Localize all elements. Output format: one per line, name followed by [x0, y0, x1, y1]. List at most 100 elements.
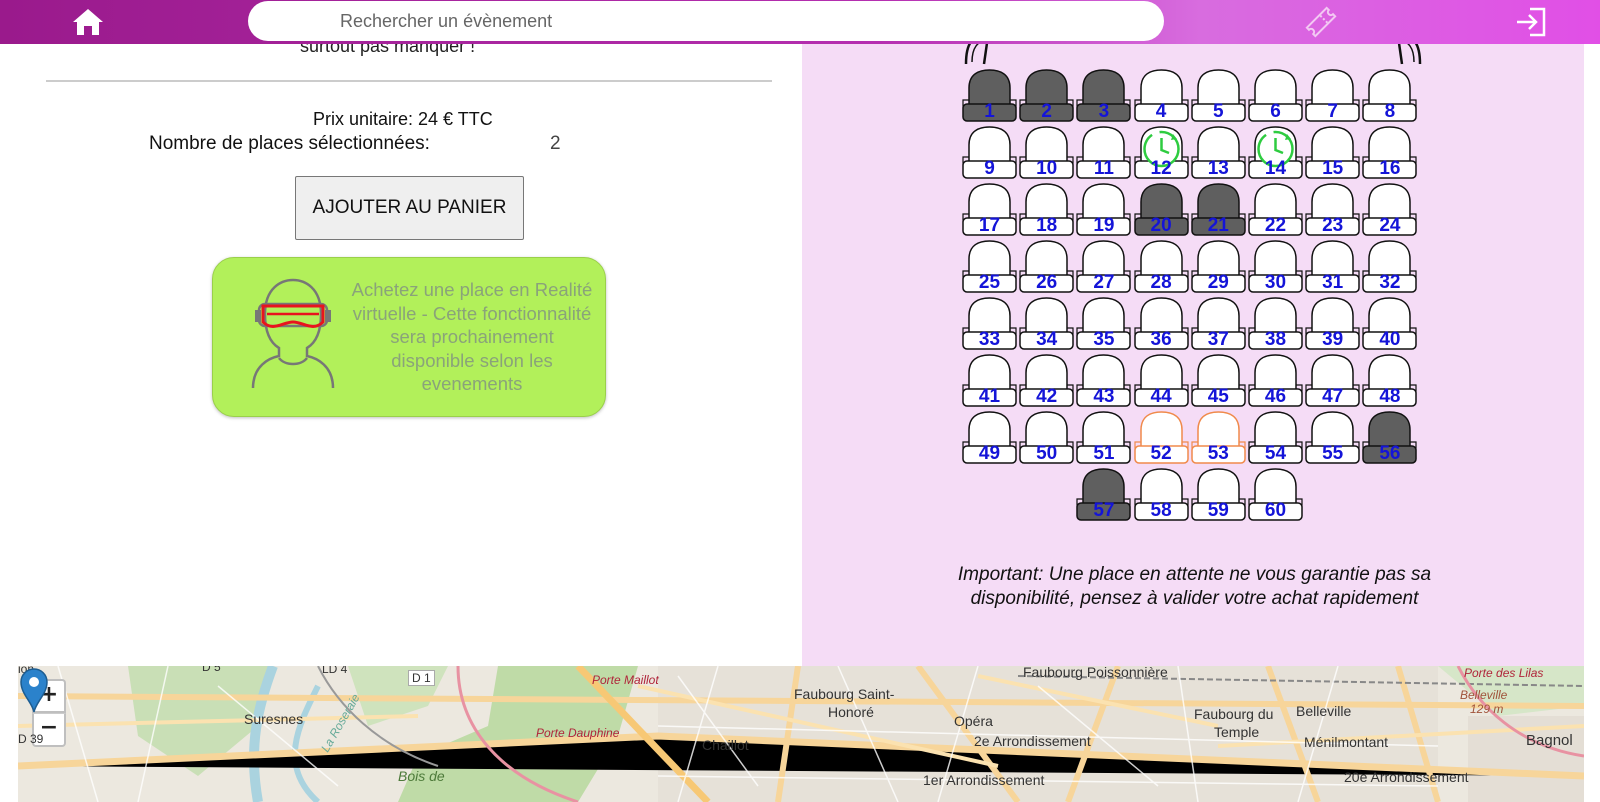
seat-number: 38 [1264, 329, 1287, 350]
map-label: Ménilmontant [1304, 734, 1389, 750]
seat-40-available[interactable]: 40 [1361, 296, 1418, 351]
seat-41-available[interactable]: 41 [961, 353, 1018, 408]
seat-46-available[interactable]: 46 [1247, 353, 1304, 408]
seat-number: 10 [1036, 158, 1058, 179]
seat-number: 59 [1207, 500, 1229, 521]
home-icon [73, 9, 103, 35]
seat-27-available[interactable]: 27 [1075, 239, 1132, 294]
seat-57-taken: 57 [1075, 467, 1132, 522]
page-scrollbar[interactable] [1584, 44, 1600, 802]
seat-44-available[interactable]: 44 [1133, 353, 1190, 408]
vr-promo-card[interactable]: Achetez une place en Realité virtuelle -… [212, 257, 606, 417]
seat-28-available[interactable]: 28 [1133, 239, 1190, 294]
seat-29-available[interactable]: 29 [1190, 239, 1247, 294]
seat-number: 34 [1036, 329, 1058, 350]
search-input[interactable] [248, 1, 1164, 41]
seat-47-available[interactable]: 47 [1304, 353, 1361, 408]
seat-52-selected[interactable]: 52 [1133, 410, 1190, 465]
seat-5-available[interactable]: 5 [1190, 68, 1247, 123]
seat-number: 23 [1322, 215, 1344, 236]
vr-promo-text: Achetez une place en Realité virtuelle -… [351, 279, 593, 394]
seat-number: 39 [1322, 329, 1344, 350]
seat-32-available[interactable]: 32 [1361, 239, 1418, 294]
seat-number: 11 [1093, 158, 1114, 179]
seat-number: 3 [1098, 101, 1110, 122]
seat-19-available[interactable]: 19 [1075, 182, 1132, 237]
seat-58-available[interactable]: 58 [1133, 467, 1190, 522]
seat-15-available[interactable]: 15 [1304, 125, 1361, 180]
seat-45-available[interactable]: 45 [1190, 353, 1247, 408]
seat-26-available[interactable]: 26 [1018, 239, 1075, 294]
seat-8-available[interactable]: 8 [1361, 68, 1418, 123]
seat-24-available[interactable]: 24 [1361, 182, 1418, 237]
map-label: Chaillot [702, 737, 749, 753]
seat-54-available[interactable]: 54 [1247, 410, 1304, 465]
seat-13-available[interactable]: 13 [1190, 125, 1247, 180]
seat-18-available[interactable]: 18 [1018, 182, 1075, 237]
seat-36-available[interactable]: 36 [1133, 296, 1190, 351]
seat-56-taken: 56 [1361, 410, 1418, 465]
home-button[interactable] [70, 6, 106, 38]
seat-16-available[interactable]: 16 [1361, 125, 1418, 180]
seat-4-available[interactable]: 4 [1133, 68, 1190, 123]
map-label: 129 m [1470, 702, 1504, 716]
seat-number: 46 [1264, 386, 1287, 407]
seat-17-available[interactable]: 17 [961, 182, 1018, 237]
seat-11-available[interactable]: 11 [1075, 125, 1132, 180]
map-label: Faubourg du [1194, 706, 1274, 722]
seat-2-taken: 2 [1018, 68, 1075, 123]
map-pin-icon[interactable] [18, 666, 50, 714]
map-label: Belleville [1460, 688, 1508, 702]
seat-33-available[interactable]: 33 [961, 296, 1018, 351]
seat-42-available[interactable]: 42 [1018, 353, 1075, 408]
seat-9-available[interactable]: 9 [961, 125, 1018, 180]
map-label: Suresnes [244, 711, 304, 727]
seat-59-available[interactable]: 59 [1190, 467, 1247, 522]
seat-37-available[interactable]: 37 [1190, 296, 1247, 351]
tickets-button[interactable] [1303, 4, 1339, 40]
seat-22-available[interactable]: 22 [1247, 182, 1304, 237]
selected-count-label: Nombre de places sélectionnées: [149, 133, 430, 154]
add-to-cart-button[interactable]: AJOUTER AU PANIER [295, 176, 524, 240]
seat-60-available[interactable]: 60 [1247, 467, 1304, 522]
seat-7-available[interactable]: 7 [1304, 68, 1361, 123]
top-navigation-bar [0, 0, 1600, 44]
seat-14-pending[interactable]: 14 [1247, 125, 1304, 180]
ticket-icon [1305, 6, 1337, 38]
seat-48-available[interactable]: 48 [1361, 353, 1418, 408]
seat-31-available[interactable]: 31 [1304, 239, 1361, 294]
seat-number: 49 [978, 443, 1001, 464]
seat-12-pending[interactable]: 12 [1133, 125, 1190, 180]
seat-35-available[interactable]: 35 [1075, 296, 1132, 351]
divider [46, 80, 772, 82]
login-button[interactable] [1512, 4, 1550, 40]
seat-number: 15 [1322, 158, 1344, 179]
seat-25-available[interactable]: 25 [961, 239, 1018, 294]
seat-50-available[interactable]: 50 [1018, 410, 1075, 465]
seat-43-available[interactable]: 43 [1075, 353, 1132, 408]
seat-number: 58 [1150, 500, 1172, 521]
seat-number: 2 [1041, 101, 1052, 122]
seat-number: 33 [978, 329, 1001, 350]
map-label: Faubourg Poissonnière [1023, 666, 1168, 680]
seat-number: 18 [1036, 215, 1058, 236]
seat-6-available[interactable]: 6 [1247, 68, 1304, 123]
seat-38-available[interactable]: 38 [1247, 296, 1304, 351]
seat-number: 44 [1150, 386, 1172, 407]
seat-49-available[interactable]: 49 [961, 410, 1018, 465]
seat-51-available[interactable]: 51 [1075, 410, 1132, 465]
seat-number: 20 [1150, 215, 1172, 236]
seat-30-available[interactable]: 30 [1247, 239, 1304, 294]
seat-23-available[interactable]: 23 [1304, 182, 1361, 237]
seat-34-available[interactable]: 34 [1018, 296, 1075, 351]
seat-number: 28 [1150, 272, 1172, 293]
seat-55-available[interactable]: 55 [1304, 410, 1361, 465]
seat-number: 40 [1379, 329, 1401, 350]
seat-10-available[interactable]: 10 [1018, 125, 1075, 180]
location-map[interactable]: + − ion D 5 LD 4 D 1 Porte Maillot Faubo… [18, 666, 1584, 802]
seat-53-selected[interactable]: 53 [1190, 410, 1247, 465]
seat-number: 37 [1207, 329, 1229, 350]
seat-number: 53 [1207, 443, 1229, 464]
seat-39-available[interactable]: 39 [1304, 296, 1361, 351]
vr-headset-icon [251, 278, 335, 389]
